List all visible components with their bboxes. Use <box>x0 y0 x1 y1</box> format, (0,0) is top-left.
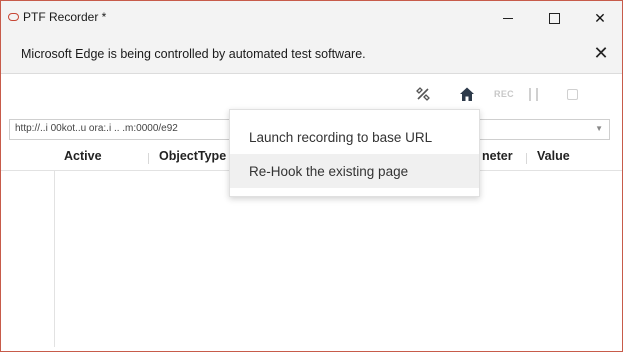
column-divider <box>148 153 149 164</box>
home-button[interactable] <box>456 84 478 104</box>
stop-button[interactable] <box>564 84 580 104</box>
record-button[interactable]: REC <box>491 84 517 104</box>
home-dropdown-menu: Launch recording to base URL Re-Hook the… <box>229 109 480 197</box>
chevron-down-icon[interactable]: ▼ <box>595 124 603 133</box>
infobar-message: Microsoft Edge is being controlled by au… <box>21 47 366 61</box>
row-gutter-divider <box>54 171 55 347</box>
stop-icon <box>566 88 578 100</box>
minimize-button[interactable] <box>485 1 531 35</box>
pause-button[interactable] <box>526 84 540 104</box>
maximize-button[interactable] <box>531 1 577 35</box>
menu-item-rehook-page[interactable]: Re-Hook the existing page <box>230 154 479 188</box>
automation-infobar: Microsoft Edge is being controlled by au… <box>1 35 622 74</box>
title-bar: PTF Recorder * ✕ <box>1 1 622 35</box>
oracle-logo-icon <box>8 13 19 21</box>
tools-button[interactable] <box>413 84 433 104</box>
tools-icon <box>416 87 430 101</box>
column-header-parameter[interactable]: neter <box>482 149 513 163</box>
menu-item-launch-recording[interactable]: Launch recording to base URL <box>230 120 479 154</box>
close-icon: ✕ <box>594 9 606 26</box>
column-header-active[interactable]: Active <box>64 149 102 163</box>
url-value: http://..i 00kot..u ora:.i .. .m:0000/e9… <box>15 123 178 134</box>
window-title: PTF Recorder * <box>23 10 107 24</box>
recorder-toolbar: REC <box>1 74 622 114</box>
app-window: PTF Recorder * ✕ Microsoft Edge is being… <box>0 0 623 352</box>
home-icon <box>460 87 474 101</box>
pause-icon <box>528 87 538 101</box>
column-divider <box>526 153 527 164</box>
record-label: REC <box>494 89 514 99</box>
minimize-icon <box>503 17 513 19</box>
column-header-value[interactable]: Value <box>537 149 570 163</box>
column-header-objecttype[interactable]: ObjectType <box>159 149 226 163</box>
close-button[interactable]: ✕ <box>577 1 623 35</box>
maximize-icon <box>548 12 560 24</box>
infobar-close-button[interactable]: ✕ <box>591 43 611 64</box>
